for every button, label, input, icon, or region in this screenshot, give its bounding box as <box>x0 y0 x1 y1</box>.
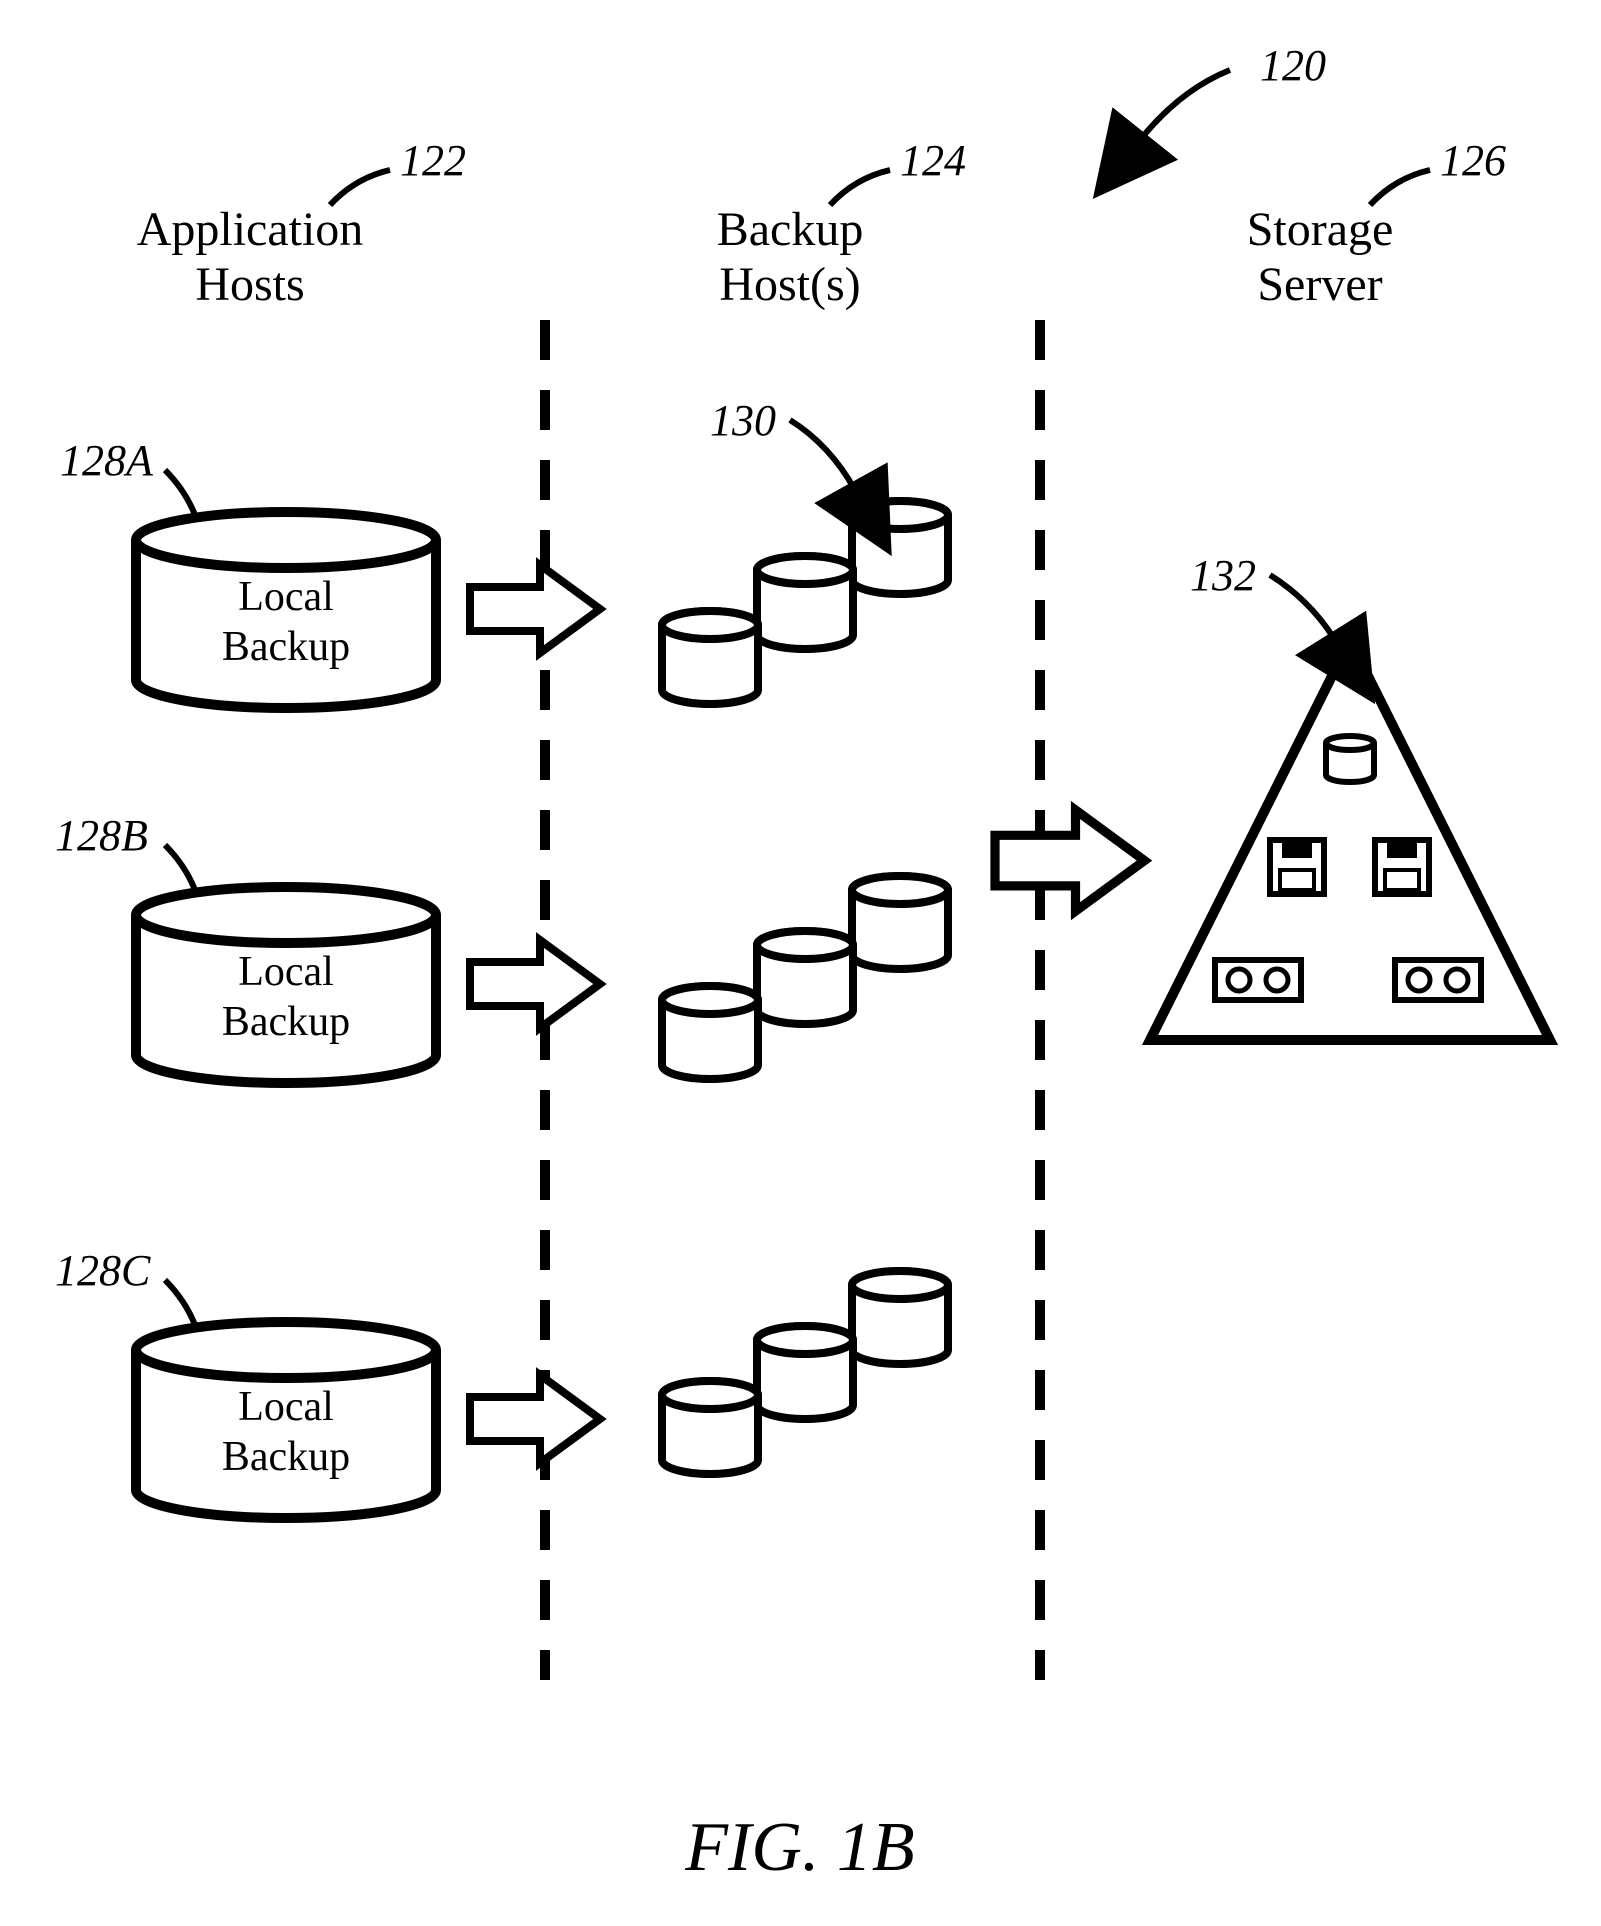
col-backup-leader <box>830 170 890 205</box>
col-backup-ref: 124 <box>900 136 966 185</box>
arrow-a <box>470 565 600 653</box>
local-backup-a: Local Backup <box>136 512 436 708</box>
cluster-leader <box>790 420 855 490</box>
overall-ref: 120 <box>1260 41 1326 90</box>
pyramid-leader <box>1270 575 1335 640</box>
arrow-to-storage <box>995 810 1145 911</box>
lb-a-line2: Backup <box>222 624 350 670</box>
cluster-b <box>662 876 948 1079</box>
figure-caption: FIG. 1B <box>684 1809 914 1886</box>
col-app-line2: Hosts <box>195 258 304 311</box>
col-app-ref: 122 <box>400 136 466 185</box>
col-app-line1: Application <box>137 203 364 256</box>
cluster-ref: 130 <box>710 396 776 445</box>
pyramid-ref: 132 <box>1190 551 1256 600</box>
lb-c-line2: Backup <box>222 1434 350 1480</box>
col-storage-ref: 126 <box>1440 136 1506 185</box>
cluster-c <box>662 1271 948 1474</box>
col-storage-line1: Storage <box>1247 203 1394 256</box>
storage-pyramid <box>1150 640 1550 1040</box>
column-headers: Application Hosts 122 Backup Host(s) 124… <box>137 136 1506 311</box>
lb-a-leader <box>165 470 195 515</box>
col-storage-leader <box>1370 170 1430 205</box>
lb-a-ref: 128A <box>60 436 154 485</box>
lb-b-line2: Backup <box>222 999 350 1045</box>
local-backup-c: Local Backup <box>136 1322 436 1518</box>
col-backup-line1: Backup <box>717 203 864 256</box>
col-storage-line2: Server <box>1257 258 1382 311</box>
lb-b-leader <box>165 845 195 890</box>
arrow-b <box>470 940 600 1028</box>
lb-b-line1: Local <box>238 949 334 995</box>
overall-ref-leader <box>1140 70 1230 140</box>
lb-c-ref: 128C <box>55 1246 151 1295</box>
lb-b-ref: 128B <box>55 811 148 860</box>
figure-1b: 120 Application Hosts 122 Backup Host(s)… <box>0 0 1601 1926</box>
lb-c-leader <box>165 1280 195 1325</box>
local-backup-b: Local Backup <box>136 887 436 1083</box>
cluster-a <box>662 501 948 704</box>
arrow-c <box>470 1375 600 1463</box>
col-backup-line2: Host(s) <box>719 258 860 311</box>
lb-c-line1: Local <box>238 1384 334 1430</box>
col-app-leader <box>330 170 390 205</box>
lb-a-line1: Local <box>238 574 334 620</box>
